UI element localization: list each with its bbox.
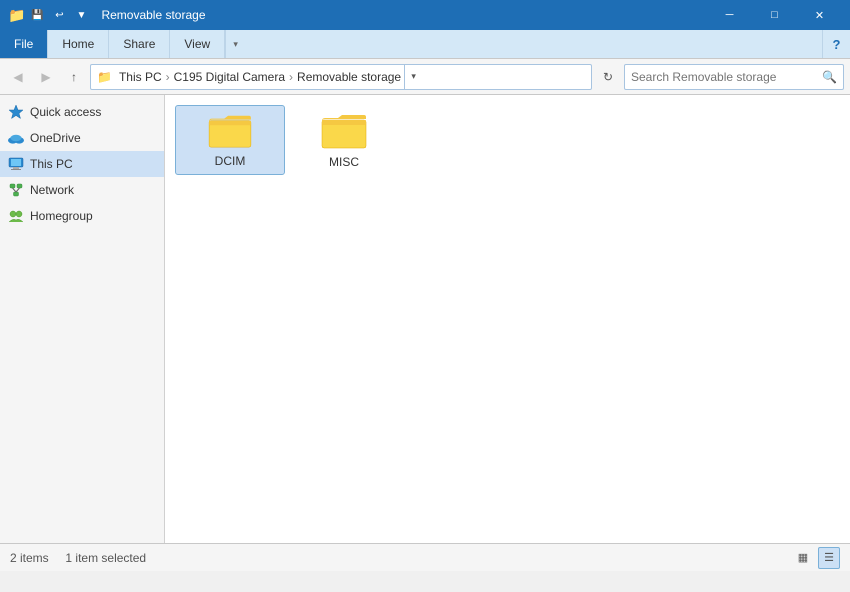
- onedrive-icon: [8, 130, 24, 146]
- minimize-button[interactable]: ─: [707, 0, 752, 30]
- path-dropdown[interactable]: ▾: [404, 64, 422, 90]
- close-button[interactable]: ✕: [797, 0, 842, 30]
- sidebar-label-network: Network: [30, 183, 74, 197]
- ribbon-expand[interactable]: ▾: [225, 30, 245, 58]
- network-icon: [8, 182, 24, 198]
- address-path[interactable]: 📁 This PC › C195 Digital Camera › Remova…: [90, 64, 592, 90]
- path-camera[interactable]: C195 Digital Camera: [171, 69, 288, 85]
- status-info: 2 items 1 item selected: [10, 551, 146, 565]
- status-bar: 2 items 1 item selected ▦ ☰: [0, 543, 850, 571]
- folder-misc-icon: [320, 111, 368, 151]
- view-controls: ▦ ☰: [792, 547, 840, 569]
- folder-dcim-label: DCIM: [215, 154, 246, 168]
- grid-view-button[interactable]: ▦: [792, 547, 814, 569]
- items-count: 2 items: [10, 551, 49, 565]
- content-area: DCIM MISC: [165, 95, 850, 543]
- tab-file[interactable]: File: [0, 30, 48, 58]
- this-pc-icon: [8, 156, 24, 172]
- quick-access-icon: [8, 104, 24, 120]
- tab-share[interactable]: Share: [109, 30, 170, 58]
- refresh-button[interactable]: ↻: [596, 65, 620, 89]
- qat-save[interactable]: 💾: [27, 5, 47, 25]
- list-view-button[interactable]: ☰: [818, 547, 840, 569]
- sidebar: Quick access OneDrive This PC: [0, 95, 165, 543]
- title-bar-left: 📁 💾 ↩ ▼ Removable storage: [8, 5, 206, 25]
- sidebar-item-network[interactable]: Network: [0, 177, 164, 203]
- main-area: Quick access OneDrive This PC: [0, 95, 850, 543]
- help-button[interactable]: ?: [822, 30, 850, 58]
- sidebar-item-onedrive[interactable]: OneDrive: [0, 125, 164, 151]
- qat-dropdown[interactable]: ▼: [71, 5, 91, 25]
- tab-home[interactable]: Home: [48, 30, 109, 58]
- address-bar: ◀ ▶ ↑ 📁 This PC › C195 Digital Camera › …: [0, 59, 850, 95]
- search-icon[interactable]: 🔍: [822, 70, 837, 84]
- title-bar-controls: ─ □ ✕: [707, 0, 842, 30]
- sidebar-label-onedrive: OneDrive: [30, 131, 81, 145]
- up-button[interactable]: ↑: [62, 65, 86, 89]
- forward-button[interactable]: ▶: [34, 65, 58, 89]
- sidebar-label-homegroup: Homegroup: [30, 209, 93, 223]
- sidebar-label-quick-access: Quick access: [30, 105, 101, 119]
- sidebar-item-homegroup[interactable]: Homegroup: [0, 203, 164, 229]
- search-input[interactable]: [631, 70, 822, 84]
- path-this-pc[interactable]: This PC: [116, 69, 165, 85]
- path-segment: 📁 This PC › C195 Digital Camera › Remova…: [97, 69, 404, 85]
- status-sep: [52, 551, 62, 565]
- homegroup-icon: [8, 208, 24, 224]
- ribbon: File Home Share View ▾ ?: [0, 30, 850, 59]
- tab-view[interactable]: View: [170, 30, 225, 58]
- selection-info: 1 item selected: [65, 551, 146, 565]
- folder-dcim[interactable]: DCIM: [175, 105, 285, 175]
- folder-misc-label: MISC: [329, 155, 359, 169]
- folder-dcim-icon: [206, 112, 254, 150]
- search-box[interactable]: 🔍: [624, 64, 844, 90]
- qat-undo[interactable]: ↩: [49, 5, 69, 25]
- sidebar-item-this-pc[interactable]: This PC: [0, 151, 164, 177]
- title-bar: 📁 💾 ↩ ▼ Removable storage ─ □ ✕: [0, 0, 850, 30]
- sidebar-label-this-pc: This PC: [30, 157, 73, 171]
- window-title: Removable storage: [101, 8, 205, 22]
- maximize-button[interactable]: □: [752, 0, 797, 30]
- sidebar-item-quick-access[interactable]: Quick access: [0, 99, 164, 125]
- back-button[interactable]: ◀: [6, 65, 30, 89]
- folder-misc[interactable]: MISC: [289, 105, 399, 175]
- ribbon-tabs: File Home Share View ▾ ?: [0, 30, 850, 58]
- path-removable[interactable]: Removable storage: [294, 69, 404, 85]
